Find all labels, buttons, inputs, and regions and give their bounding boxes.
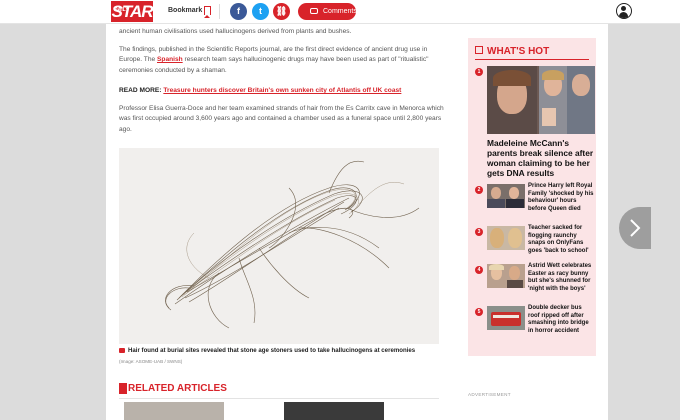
- twitter-share-icon[interactable]: t: [252, 3, 269, 20]
- hair-photo[interactable]: [119, 148, 439, 344]
- comment-icon: [310, 8, 318, 14]
- bookmark-label[interactable]: Bookmark: [168, 7, 202, 14]
- rank-badge: 5: [475, 308, 483, 316]
- user-account-icon[interactable]: [616, 3, 632, 19]
- rank-badge: 3: [475, 228, 483, 236]
- article-paragraph: The findings, published in the Scientifi…: [119, 46, 429, 74]
- photo-caption: Hair found at burial sites revealed that…: [119, 347, 449, 354]
- divider: [219, 4, 220, 19]
- article-thumbnail[interactable]: [487, 66, 595, 134]
- hot-article-title[interactable]: Prince Harry left Royal Family 'shocked …: [528, 183, 594, 213]
- article-thumbnail[interactable]: [487, 226, 525, 250]
- page-content: ancient human civilisations used halluci…: [106, 0, 608, 420]
- hot-article-title[interactable]: Teacher sacked for flogging raunchy snap…: [528, 225, 594, 255]
- trending-icon: [475, 46, 483, 54]
- advertisement-label: ADVERTISEMENT: [468, 392, 511, 397]
- camera-icon: [119, 348, 125, 353]
- article-paragraph: ancient human civilisations used halluci…: [119, 28, 352, 35]
- related-articles-heading: RELATED ARTICLES: [128, 383, 227, 394]
- rank-badge: 2: [475, 186, 483, 194]
- hot-article-title[interactable]: Madeleine McCann's parents break silence…: [487, 138, 595, 178]
- read-more: READ MORE: Treasure hunters discover Bri…: [119, 87, 402, 94]
- whats-hot-sidebar: WHAT'S HOT 1 Madeleine McCann's parents …: [468, 38, 596, 356]
- article-thumbnail[interactable]: [487, 306, 525, 330]
- star-mini-logo-icon: [119, 383, 127, 394]
- article-thumbnail[interactable]: [487, 184, 525, 208]
- bookmark-icon[interactable]: [204, 6, 211, 18]
- read-more-link[interactable]: Treasure hunters discover Britain's own …: [163, 87, 401, 94]
- rank-badge: 4: [475, 266, 483, 274]
- article-thumbnail[interactable]: [487, 264, 525, 288]
- article-paragraph: Professor Elisa Guerra-Doce and her team…: [119, 105, 444, 133]
- spanish-link[interactable]: Spanish: [157, 56, 183, 63]
- hot-article-title[interactable]: Astrid Wett celebrates Easter as racy bu…: [528, 263, 594, 293]
- chevron-right-icon: [630, 219, 641, 237]
- photo-credit: (Image: ASOME-UAB / SWNS): [119, 359, 183, 364]
- copy-link-icon[interactable]: ⛓: [273, 3, 290, 20]
- hot-article-title[interactable]: Double decker bus roof ripped off after …: [528, 305, 594, 335]
- divider: [119, 398, 439, 399]
- related-article-thumb[interactable]: [124, 402, 224, 420]
- comments-button[interactable]: Comments: [298, 3, 357, 20]
- daily-star-logo[interactable]: DAILY STAR: [111, 1, 154, 22]
- whats-hot-heading: WHAT'S HOT: [475, 46, 549, 57]
- site-header: DAILY STAR Bookmark f t ⛓ Comments: [0, 0, 680, 24]
- next-arrow-button[interactable]: [619, 207, 651, 249]
- related-article-thumb[interactable]: [284, 402, 384, 420]
- facebook-share-icon[interactable]: f: [230, 3, 247, 20]
- rank-badge: 1: [475, 68, 483, 76]
- divider: [475, 59, 589, 60]
